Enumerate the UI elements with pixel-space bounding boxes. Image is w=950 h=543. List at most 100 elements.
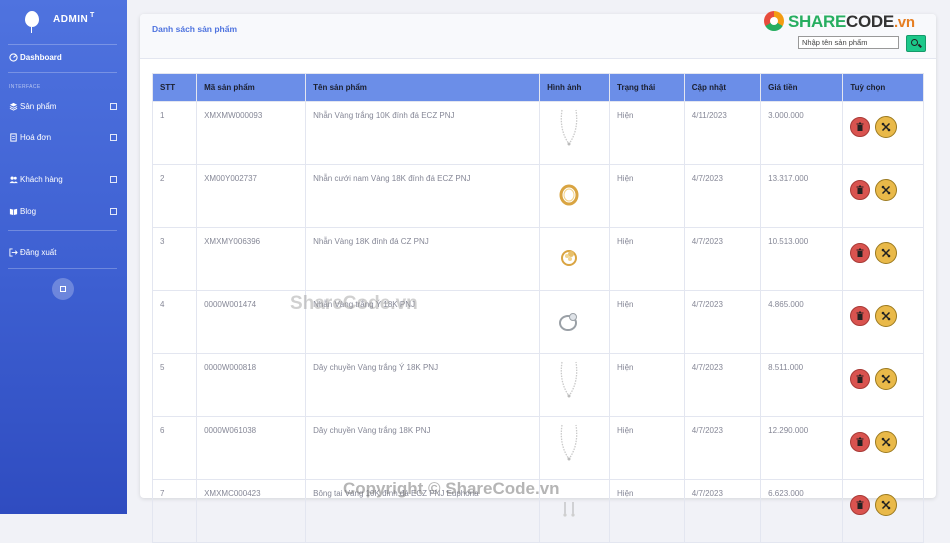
product-image bbox=[554, 297, 584, 339]
tools-icon bbox=[882, 311, 891, 321]
cell-image bbox=[539, 164, 611, 228]
cell-status: Hiện bbox=[609, 227, 685, 291]
edit-button[interactable] bbox=[875, 431, 898, 453]
cell-product-name: Dây chuyền Vàng trắng 18K PNJ bbox=[305, 416, 541, 480]
tools-icon bbox=[882, 374, 891, 384]
sharecode-logo-icon bbox=[764, 11, 784, 31]
tools-icon bbox=[882, 185, 891, 195]
column-header[interactable]: Mã sản phẩm bbox=[196, 73, 307, 102]
edit-button[interactable] bbox=[875, 242, 898, 264]
table-row: 4 0000W001474 Nhẫn Vàng trắng Ý 18K PNJ Hiệ… bbox=[151, 290, 924, 354]
cell-price: 10.513.000 bbox=[760, 227, 844, 291]
column-header[interactable]: Tuỳ chọn bbox=[842, 73, 924, 102]
cell-price: 12.290.000 bbox=[760, 416, 844, 480]
cell-stt: 1 bbox=[151, 101, 198, 165]
edit-button[interactable] bbox=[875, 116, 898, 138]
product-image bbox=[554, 171, 584, 213]
product-image bbox=[554, 360, 584, 402]
copyright-watermark: Copyright © ShareCode.vn bbox=[343, 479, 560, 498]
delete-button[interactable] bbox=[850, 369, 871, 389]
delete-button[interactable] bbox=[850, 243, 871, 263]
sidebar-divider bbox=[8, 268, 117, 269]
cell-actions bbox=[842, 416, 924, 480]
cell-updated: 4/7/2023 bbox=[683, 164, 762, 228]
cell-image bbox=[539, 290, 611, 354]
sidebar-item-logout[interactable]: Đăng xuất bbox=[0, 243, 127, 263]
table-row: 6 0000W061038 Dây chuyền Vàng trắng 18K PN… bbox=[151, 416, 924, 480]
cell-status: Hiện bbox=[609, 353, 685, 417]
users-icon bbox=[9, 176, 18, 184]
sidebar-item-label: Khách hàng bbox=[20, 175, 63, 184]
cell-image bbox=[539, 101, 611, 165]
table-header-row: STT Mã sản phẩm Tên sản phẩm Hình ảnh Tr… bbox=[151, 73, 924, 102]
sharecode-logo-text: SHARECODE.vn bbox=[788, 12, 915, 31]
brand-title: ADMIN bbox=[53, 14, 89, 25]
cell-updated: 4/7/2023 bbox=[683, 479, 762, 543]
sidebar-item-invoices[interactable]: Hoá đơn bbox=[0, 128, 127, 148]
trash-icon bbox=[856, 122, 864, 131]
delete-button[interactable] bbox=[850, 180, 871, 200]
table-row: 2 XM00Y002737 Nhẫn cưới nam Vàng 18K đính … bbox=[151, 164, 924, 228]
search-input[interactable] bbox=[798, 36, 899, 49]
balloon-icon bbox=[25, 11, 39, 27]
cell-status: Hiện bbox=[609, 479, 685, 543]
delete-button[interactable] bbox=[850, 306, 871, 326]
edit-button[interactable] bbox=[875, 368, 898, 390]
product-image bbox=[554, 423, 584, 465]
edit-button[interactable] bbox=[875, 305, 898, 327]
layers-icon bbox=[9, 102, 18, 111]
sidebar-toggle-button[interactable] bbox=[52, 278, 74, 300]
column-header[interactable]: Hình ảnh bbox=[539, 73, 611, 102]
trash-icon bbox=[856, 185, 864, 194]
cell-price: 3.000.000 bbox=[760, 101, 844, 165]
sidebar-brand[interactable]: ADMIN T bbox=[0, 0, 127, 42]
trash-icon bbox=[856, 374, 864, 383]
product-image bbox=[554, 234, 584, 276]
cell-product-code: 0000W000818 bbox=[196, 353, 307, 417]
sidebar: ADMIN T Dashboard INTERFACE Sản phẩm Hoá… bbox=[0, 0, 127, 514]
delete-button[interactable] bbox=[850, 117, 871, 137]
trash-icon bbox=[856, 311, 864, 320]
sidebar-item-label: Hoá đơn bbox=[20, 133, 52, 142]
sidebar-item-label: Đăng xuất bbox=[20, 248, 57, 257]
trash-icon bbox=[856, 500, 864, 509]
edit-button[interactable] bbox=[875, 179, 898, 201]
sidebar-item-customers[interactable]: Khách hàng bbox=[0, 170, 127, 190]
book-icon bbox=[9, 208, 18, 216]
watermark: ShareCode.vn bbox=[290, 293, 418, 314]
cell-product-code: XMXMC000423 bbox=[196, 479, 307, 543]
sidebar-item-label: Sản phẩm bbox=[20, 102, 57, 111]
sidebar-item-blog[interactable]: Blog bbox=[0, 202, 127, 222]
cell-stt: 2 bbox=[151, 164, 198, 228]
logout-icon bbox=[9, 248, 18, 257]
column-header[interactable]: Cập nhật bbox=[683, 73, 762, 102]
sidebar-item-dashboard[interactable]: Dashboard bbox=[0, 48, 127, 68]
cell-price: 13.317.000 bbox=[760, 164, 844, 228]
cell-product-name: Dây chuyền Vàng trắng Ý 18K PNJ bbox=[305, 353, 541, 417]
cell-product-name: Nhẫn cưới nam Vàng 18K đính đá ECZ PNJ bbox=[305, 164, 541, 228]
sidebar-item-products[interactable]: Sản phẩm bbox=[0, 97, 127, 117]
toggle-icon bbox=[60, 286, 66, 292]
cell-status: Hiện bbox=[609, 416, 685, 480]
tools-icon bbox=[882, 248, 891, 258]
tools-icon bbox=[882, 122, 891, 132]
expand-icon bbox=[110, 176, 117, 183]
cell-image bbox=[539, 227, 611, 291]
cell-updated: 4/11/2023 bbox=[683, 101, 762, 165]
sidebar-item-label: Blog bbox=[20, 207, 37, 216]
search-button[interactable] bbox=[906, 35, 926, 52]
column-header[interactable]: Trạng thái bbox=[609, 73, 685, 102]
delete-button[interactable] bbox=[850, 432, 871, 452]
cell-image bbox=[539, 353, 611, 417]
cell-product-code: XM00Y002737 bbox=[196, 164, 307, 228]
dashboard-icon bbox=[9, 53, 18, 62]
delete-button[interactable] bbox=[850, 495, 871, 515]
column-header[interactable]: Giá tiền bbox=[760, 73, 844, 102]
edit-button[interactable] bbox=[875, 494, 898, 516]
column-header[interactable]: STT bbox=[151, 73, 198, 102]
tools-icon bbox=[882, 500, 891, 510]
column-header[interactable]: Tên sản phẩm bbox=[305, 73, 541, 102]
trash-icon bbox=[856, 248, 864, 257]
cell-product-code: XMXMW000093 bbox=[196, 101, 307, 165]
cell-actions bbox=[842, 101, 924, 165]
